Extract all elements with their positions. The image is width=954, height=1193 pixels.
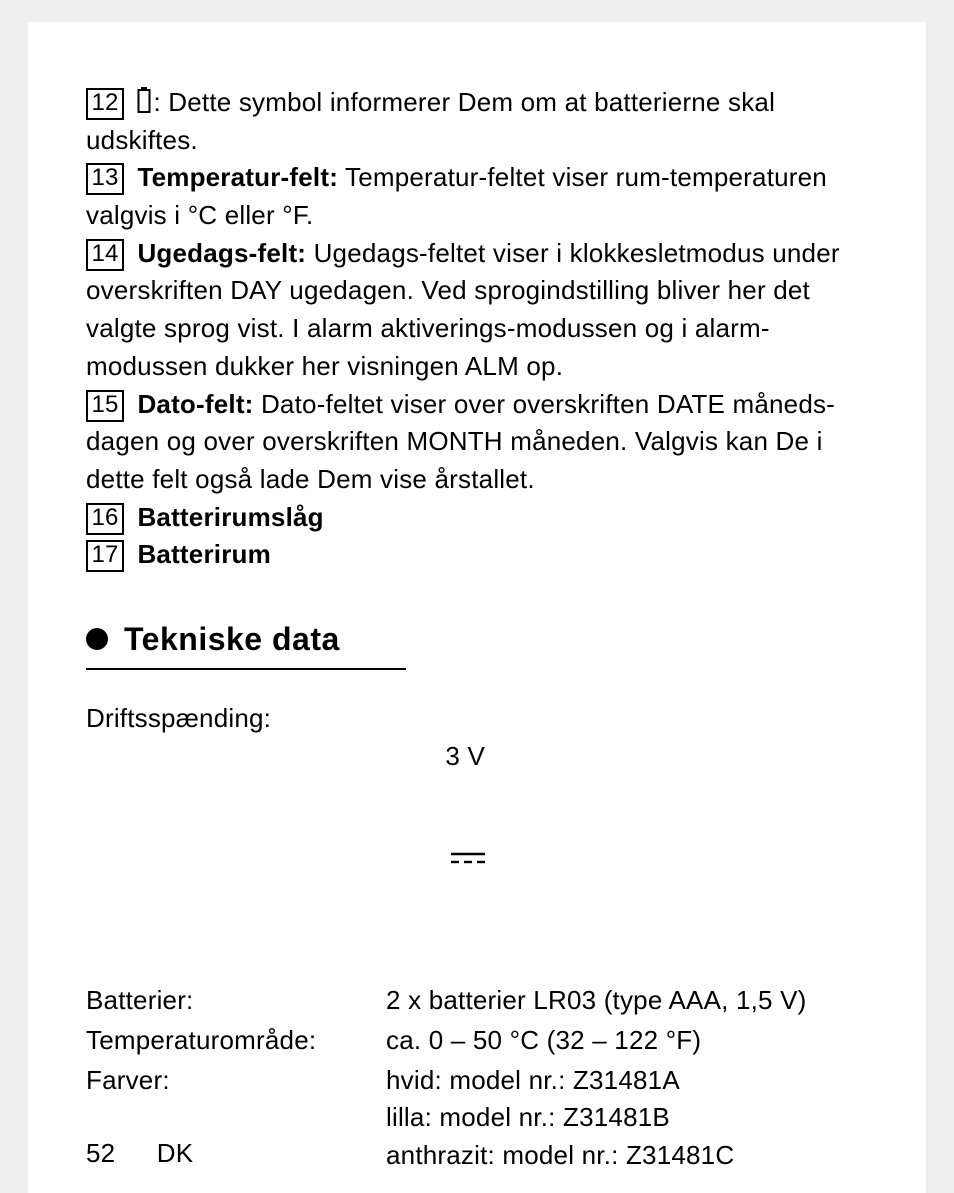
- ref-number-box: 15: [86, 390, 124, 422]
- language-code: DK: [157, 1138, 194, 1168]
- bullet-icon: [86, 628, 108, 650]
- page-footer: 52 DK: [86, 1135, 193, 1173]
- spec-label: Temperaturområde:: [86, 1022, 386, 1060]
- entry-label: Ugedags-felt:: [137, 238, 306, 268]
- entry-label: Batterirumslåg: [137, 502, 323, 532]
- entry-label: Temperatur-felt:: [137, 162, 338, 192]
- ref-number-box: 16: [86, 503, 124, 535]
- entry-13: 13 Temperatur-felt: Temperatur-feltet vi…: [86, 159, 868, 234]
- spec-label: Batterier:: [86, 982, 386, 1020]
- battery-icon: [137, 87, 151, 113]
- dc-symbol-icon: [451, 776, 525, 941]
- entry-16: 16 Batterirumslåg: [86, 499, 868, 537]
- spec-value: ca. 0 – 50 °C (32 – 122 °F): [386, 1022, 868, 1060]
- definitions-block: 12 : Dette symbol informerer Dem om at b…: [86, 84, 868, 574]
- manual-page: 12 : Dette symbol informerer Dem om at b…: [28, 22, 926, 1193]
- tech-data-section: Tekniske data Driftsspænding: 3 V Batter…: [86, 616, 868, 1175]
- page-number: 52: [86, 1138, 115, 1168]
- ref-number-box: 14: [86, 239, 124, 271]
- spec-value: hvid: model nr.: Z31481A lilla: model nr…: [386, 1062, 868, 1175]
- spec-value: 2 x batterier LR03 (type AAA, 1,5 V): [386, 982, 868, 1020]
- entry-15: 15 Dato-felt: Dato-feltet viser over ove…: [86, 386, 868, 499]
- spec-label: Driftsspænding:: [86, 700, 386, 980]
- ref-number-box: 13: [86, 163, 124, 195]
- entry-label: Batterirum: [137, 539, 270, 569]
- ref-number-box: 12: [86, 88, 124, 120]
- section-heading: Tekniske data: [86, 616, 406, 670]
- section-title: Tekniske data: [124, 616, 340, 662]
- spec-value: 3 V: [386, 700, 868, 980]
- entry-text: : Dette symbol informerer Dem om at batt…: [86, 87, 775, 155]
- entry-17: 17 Batterirum: [86, 536, 868, 574]
- entry-label: Dato-felt:: [137, 389, 253, 419]
- specs-table: Driftsspænding: 3 V Batterier: 2 x batte…: [86, 700, 868, 1174]
- entry-14: 14 Ugedags-felt: Ugedags-feltet viser i …: [86, 235, 868, 386]
- entry-12: 12 : Dette symbol informerer Dem om at b…: [86, 84, 868, 159]
- spec-value-text: 3 V: [445, 741, 485, 771]
- ref-number-box: 17: [86, 540, 124, 572]
